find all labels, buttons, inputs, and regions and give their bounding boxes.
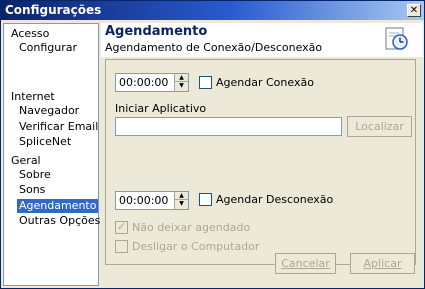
sidebar-item-splicenet[interactable]: SpliceNet	[17, 135, 73, 149]
sidebar-item-agendamento[interactable]: Agendamento	[17, 199, 99, 213]
spin-down-icon[interactable]: ▼	[175, 200, 188, 208]
page-title: Agendamento	[105, 24, 208, 39]
shutdown-label: Desligar o Computador	[132, 240, 260, 253]
connect-checkbox[interactable]	[199, 76, 212, 89]
sidebar: Acesso Configurar Internet Navegador Ver…	[3, 23, 102, 286]
close-button[interactable]: ✕	[407, 4, 421, 17]
sidebar-group-internet[interactable]: Internet	[11, 90, 55, 104]
sidebar-item-sons[interactable]: Sons	[17, 183, 47, 197]
connect-time-spinner: ▲ ▼	[174, 74, 188, 91]
check-icon: ✓	[117, 220, 127, 233]
cancel-button[interactable]: Cancelar	[275, 253, 336, 274]
connect-time-value: 00:00:00	[119, 76, 169, 89]
app-path-input[interactable]	[115, 117, 342, 136]
sidebar-item-configurar[interactable]: Configurar	[17, 41, 79, 55]
app-label: Iniciar Aplicativo	[115, 102, 207, 115]
spin-down-icon[interactable]: ▼	[175, 82, 188, 90]
sidebar-item-verificar-email[interactable]: Verificar Email	[17, 120, 100, 134]
clock-document-icon	[385, 27, 408, 50]
connect-time-field[interactable]: 00:00:00 ▲ ▼	[115, 73, 189, 92]
disconnect-time-field[interactable]: 00:00:00 ▲ ▼	[115, 191, 189, 210]
page-subtitle: Agendamento de Conexão/Desconexão	[105, 41, 323, 54]
disconnect-time-spinner: ▲ ▼	[174, 192, 188, 209]
title-bar[interactable]: Configurações ✕	[1, 1, 424, 20]
sidebar-group-geral[interactable]: Geral	[11, 154, 41, 168]
close-icon: ✕	[409, 5, 419, 16]
settings-window: Configurações ✕ Acesso Configurar Intern…	[0, 0, 425, 289]
locate-button[interactable]: Localizar	[347, 116, 412, 137]
cancel-label: Cancelar	[281, 257, 330, 270]
sidebar-item-sobre[interactable]: Sobre	[17, 168, 53, 182]
spin-up-icon[interactable]: ▲	[175, 192, 188, 200]
keep-scheduled-checkbox[interactable]: ✓	[115, 220, 128, 234]
shutdown-checkbox[interactable]	[115, 240, 128, 253]
keep-scheduled-label: Não deixar agendado	[132, 221, 251, 234]
sidebar-item-outras-opcoes[interactable]: Outras Opções	[17, 214, 102, 228]
content-panel: Agendamento Agendamento de Conexão/Desco…	[101, 23, 423, 287]
apply-label: Aplicar	[363, 257, 402, 270]
page-header: Agendamento Agendamento de Conexão/Desco…	[101, 23, 423, 57]
connect-label: Agendar Conexão	[216, 76, 314, 89]
disconnect-checkbox[interactable]	[199, 193, 212, 206]
sidebar-group-acesso[interactable]: Acesso	[11, 27, 49, 41]
apply-button[interactable]: Aplicar	[350, 253, 415, 274]
window-title: Configurações	[5, 3, 102, 17]
disconnect-time-value: 00:00:00	[119, 194, 169, 207]
sidebar-item-navegador[interactable]: Navegador	[17, 104, 81, 118]
spin-up-icon[interactable]: ▲	[175, 74, 188, 82]
schedule-group: 00:00:00 ▲ ▼ Agendar Conexão Iniciar Apl…	[105, 59, 416, 265]
disconnect-label: Agendar Desconexão	[216, 193, 334, 206]
